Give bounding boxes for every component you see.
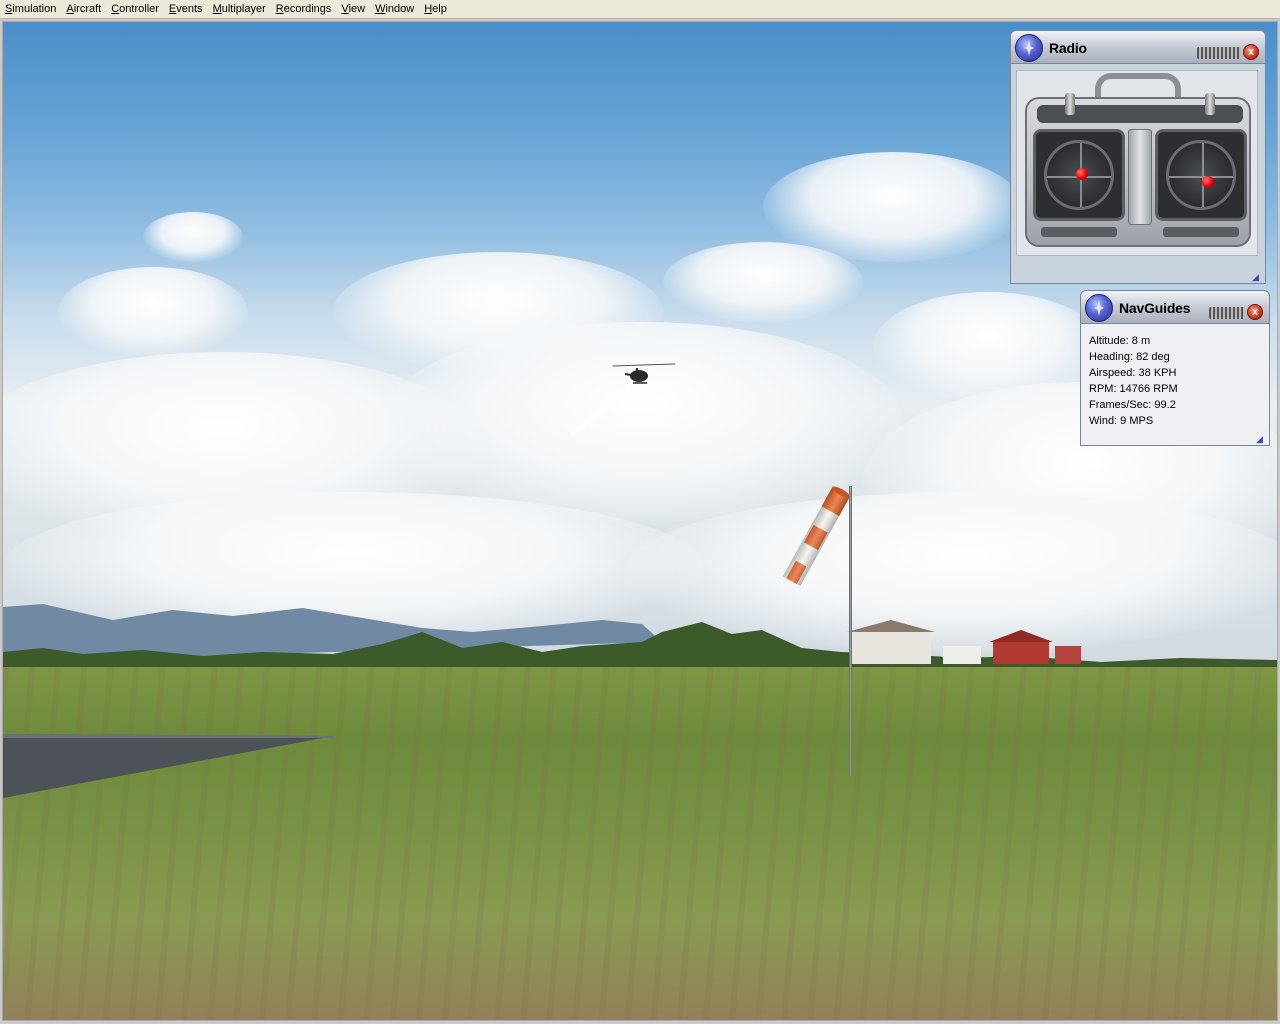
left-switch-icon: [1065, 93, 1075, 115]
radio-window-body: ◢: [1010, 64, 1266, 284]
radio-transmitter: [1016, 70, 1258, 256]
rpm-readout: RPM: 14766 RPM: [1089, 383, 1178, 395]
left-stick-icon: [1076, 168, 1088, 180]
navguides-window-title: NavGuides: [1119, 300, 1191, 316]
menu-aircraft[interactable]: Aircraft: [61, 0, 106, 19]
menu-help[interactable]: Help: [419, 0, 452, 19]
close-icon[interactable]: x: [1243, 44, 1259, 60]
titlebar-grip-icon: [1209, 307, 1245, 319]
globe-icon: [1085, 294, 1113, 322]
resize-grip-icon[interactable]: ◢: [1252, 273, 1262, 282]
menu-recordings[interactable]: Recordings: [271, 0, 337, 19]
right-stick-icon: [1202, 176, 1214, 188]
radio-case: [1025, 93, 1251, 247]
left-trim-bar: [1041, 227, 1117, 237]
runway-tarmac: [3, 734, 333, 798]
navguides-window-titlebar[interactable]: NavGuides x: [1080, 290, 1270, 324]
windsock: [782, 486, 850, 587]
rc-helicopter: [570, 363, 676, 437]
radio-window-titlebar[interactable]: Radio x: [1010, 30, 1266, 64]
menu-bar: Simulation Aircraft Controller Events Mu…: [0, 0, 1280, 19]
radio-window-title: Radio: [1049, 40, 1087, 56]
close-icon[interactable]: x: [1247, 304, 1263, 320]
menu-simulation[interactable]: Simulation: [0, 0, 61, 19]
right-switch-icon: [1205, 93, 1215, 115]
altitude-readout: Altitude: 8 m: [1089, 335, 1151, 347]
resize-grip-icon[interactable]: ◢: [1256, 435, 1266, 444]
grass-field: [3, 667, 1277, 1020]
cloud: [58, 267, 248, 357]
menu-window[interactable]: Window: [370, 0, 419, 19]
right-gimbal: [1155, 129, 1247, 221]
right-gimbal-dial: [1166, 140, 1236, 210]
menu-controller[interactable]: Controller: [106, 0, 164, 19]
menu-view[interactable]: View: [336, 0, 370, 19]
menu-multiplayer[interactable]: Multiplayer: [208, 0, 271, 19]
farm-buildings: [847, 620, 1081, 664]
wind-readout: Wind: 9 MPS: [1089, 415, 1154, 427]
menu-events[interactable]: Events: [164, 0, 208, 19]
fps-readout: Frames/Sec: 99.2: [1089, 399, 1176, 411]
cloud: [663, 242, 863, 322]
cloud: [143, 212, 243, 262]
right-trim-bar: [1163, 227, 1239, 237]
navguides-window-body: Altitude: 8 m Heading: 82 deg Airspeed: …: [1080, 324, 1270, 446]
left-gimbal: [1033, 129, 1125, 221]
heading-readout: Heading: 82 deg: [1089, 351, 1170, 363]
globe-icon: [1015, 34, 1043, 62]
airspeed-readout: Airspeed: 38 KPH: [1089, 367, 1177, 379]
radio-switch-bar: [1037, 93, 1243, 123]
radio-center-panel: [1128, 129, 1152, 225]
titlebar-grip-icon: [1197, 47, 1241, 59]
